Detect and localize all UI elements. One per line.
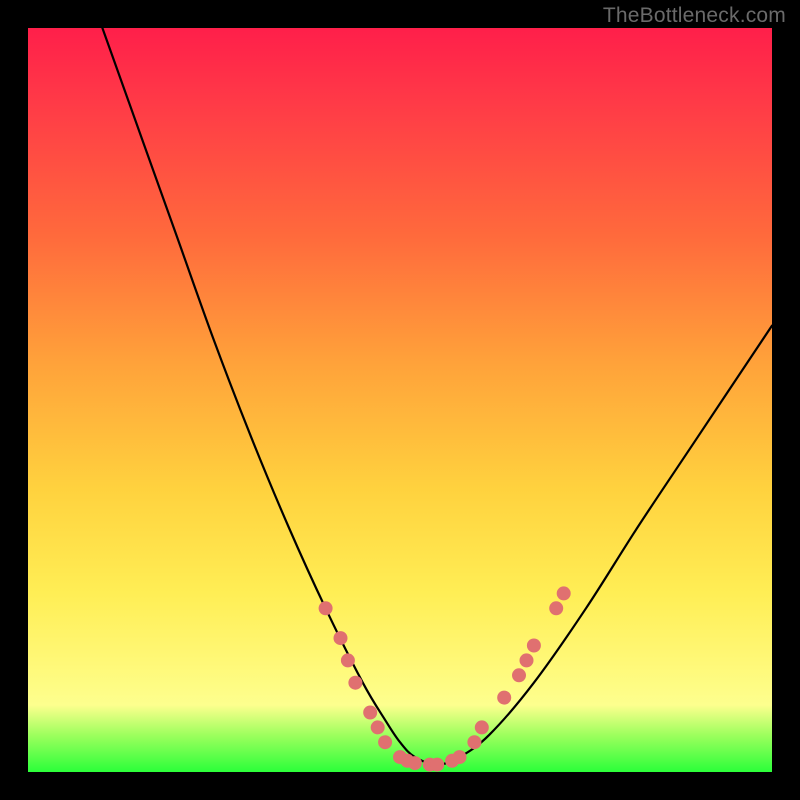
watermark-text: TheBottleneck.com xyxy=(603,4,786,28)
data-point xyxy=(549,601,563,615)
data-point xyxy=(467,735,481,749)
data-point xyxy=(363,706,377,720)
data-point xyxy=(319,601,333,615)
data-point xyxy=(497,691,511,705)
chart-frame: TheBottleneck.com xyxy=(0,0,800,800)
curve-svg xyxy=(28,28,772,772)
data-point xyxy=(475,720,489,734)
bottleneck-curve xyxy=(102,28,772,765)
marker-group xyxy=(319,586,571,771)
data-point xyxy=(378,735,392,749)
data-point xyxy=(371,720,385,734)
data-point xyxy=(557,586,571,600)
data-point xyxy=(527,639,541,653)
data-point xyxy=(348,676,362,690)
data-point xyxy=(453,750,467,764)
data-point xyxy=(430,758,444,772)
data-point xyxy=(334,631,348,645)
plot-area xyxy=(28,28,772,772)
data-point xyxy=(408,756,422,770)
data-point xyxy=(341,653,355,667)
data-point xyxy=(520,653,534,667)
data-point xyxy=(512,668,526,682)
